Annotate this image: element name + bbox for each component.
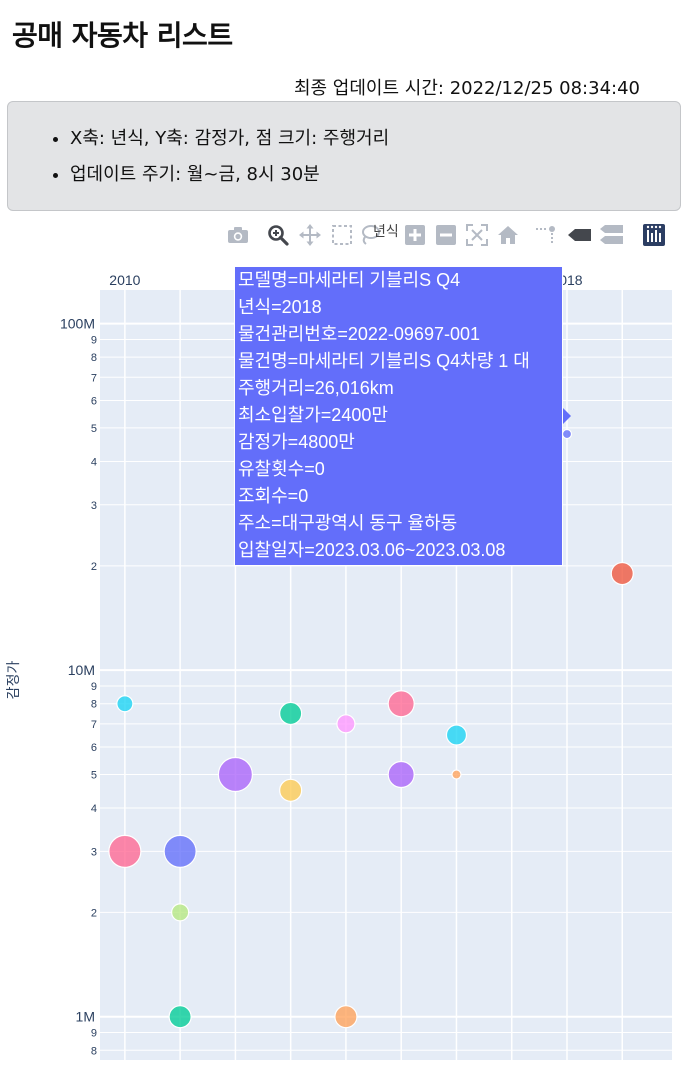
- y-minor-tick-label: 6: [91, 395, 97, 407]
- y-minor-tick-label: 2: [91, 561, 97, 573]
- tooltip-bid-dates: 입찰일자=2023.03.06~2023.03.08: [238, 540, 506, 560]
- y-major-tick-label: 100M: [60, 316, 95, 332]
- tooltip-arrow: [563, 408, 571, 424]
- data-point[interactable]: [610, 561, 634, 586]
- y-minor-tick-label: 7: [91, 719, 97, 731]
- data-point[interactable]: [108, 834, 142, 868]
- data-point[interactable]: [279, 778, 303, 802]
- y-major-tick-label: 1M: [76, 1009, 95, 1025]
- data-point[interactable]: [445, 724, 468, 746]
- zoom-out-icon[interactable]: [433, 222, 459, 248]
- data-point[interactable]: [387, 760, 415, 789]
- y-minor-tick-label: 9: [91, 1028, 97, 1040]
- data-point[interactable]: [561, 428, 573, 440]
- y-minor-tick-label: 6: [91, 742, 97, 754]
- data-point[interactable]: [336, 714, 356, 734]
- modebar: 년식: [225, 222, 675, 250]
- hover-closest-icon[interactable]: [567, 222, 593, 248]
- y-minor-tick-label: 9: [91, 681, 97, 693]
- y-major-tick-label: 10M: [68, 662, 95, 678]
- y-minor-tick-label: 8: [91, 699, 97, 711]
- tooltip-model: 모델명=마세라티 기블리S Q4: [238, 270, 461, 290]
- data-point[interactable]: [217, 756, 254, 793]
- hover-tooltip: 모델명=마세라티 기블리S Q4 년식=2018 물건관리번호=2022-096…: [234, 266, 563, 566]
- data-point[interactable]: [387, 690, 415, 718]
- box-select-icon[interactable]: [329, 222, 355, 248]
- plotly-logo-icon[interactable]: [641, 222, 667, 248]
- hover-compare-icon[interactable]: [599, 222, 625, 248]
- tooltip-fail-count: 유찰횟수=0: [238, 459, 325, 479]
- tooltip-item-name: 물건명=마세라티 기블리S Q4차량 1 대: [238, 351, 530, 371]
- y-minor-tick-label: 5: [91, 769, 97, 781]
- data-point[interactable]: [168, 1005, 192, 1029]
- modebar-hover-label: 년식: [373, 224, 399, 240]
- y-minor-tick-label: 8: [91, 1045, 97, 1057]
- tooltip-address: 주소=대구광역시 동구 율하동: [238, 513, 458, 533]
- tooltip-min-bid: 최소입찰가=2400만: [238, 405, 388, 425]
- y-minor-tick-label: 4: [91, 456, 97, 468]
- x-tick-label: 2010: [109, 272, 140, 288]
- y-minor-tick-label: 4: [91, 803, 97, 815]
- zoom-icon[interactable]: [265, 222, 291, 248]
- spike-lines-icon[interactable]: [533, 222, 559, 248]
- y-minor-tick-label: 5: [91, 423, 97, 435]
- tooltip-item-id: 물건관리번호=2022-09697-001: [238, 324, 480, 344]
- autoscale-icon[interactable]: [464, 222, 490, 248]
- tooltip-views: 조회수=0: [238, 486, 309, 506]
- y-axis-title: 감정가: [5, 661, 21, 700]
- data-point[interactable]: [279, 701, 303, 726]
- pan-icon[interactable]: [297, 222, 323, 248]
- data-point[interactable]: [171, 903, 190, 922]
- tooltip-year: 년식=2018: [238, 297, 322, 317]
- y-minor-tick-label: 3: [91, 846, 97, 858]
- data-point[interactable]: [116, 695, 134, 713]
- zoom-in-icon[interactable]: [402, 222, 428, 248]
- y-minor-tick-label: 9: [91, 334, 97, 346]
- reset-axes-icon[interactable]: [495, 222, 521, 248]
- y-minor-tick-label: 3: [91, 500, 97, 512]
- data-point[interactable]: [451, 769, 462, 780]
- tooltip-mileage: 주행거리=26,016km: [238, 378, 394, 398]
- y-minor-tick-label: 8: [91, 352, 97, 364]
- y-minor-tick-label: 2: [91, 907, 97, 919]
- camera-icon[interactable]: [225, 222, 251, 248]
- tooltip-appraisal: 감정가=4800만: [238, 432, 355, 452]
- data-point[interactable]: [163, 834, 197, 868]
- y-minor-tick-label: 7: [91, 372, 97, 384]
- data-point[interactable]: [334, 1005, 358, 1029]
